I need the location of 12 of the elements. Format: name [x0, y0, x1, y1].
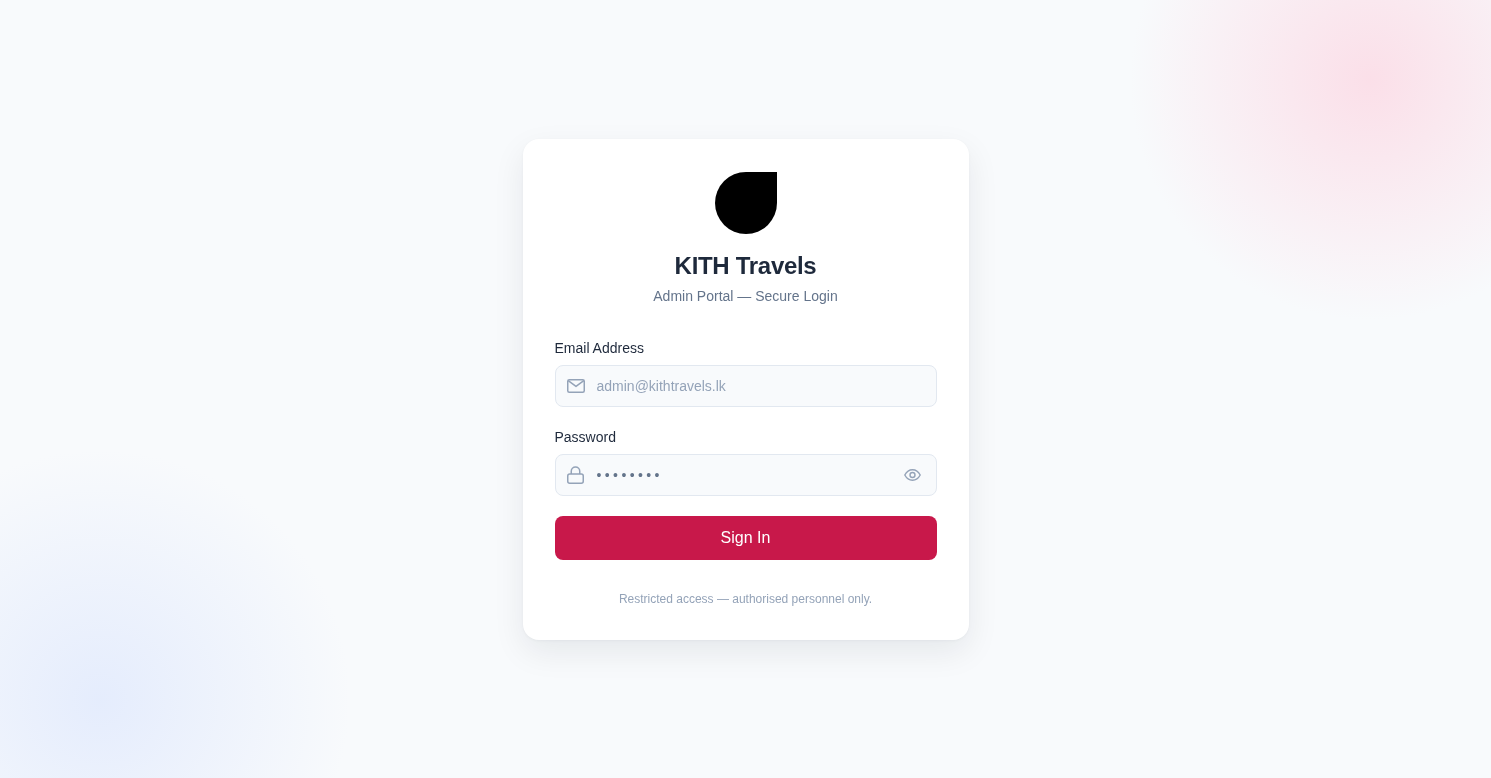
eye-icon[interactable] [903, 468, 921, 481]
brand-subtitle: Admin Portal — Secure Login [653, 286, 838, 306]
field-label: Email Address [554, 338, 644, 358]
email-field[interactable]: admin@kithtravels.lk [554, 364, 937, 407]
footer-note: Restricted access — authorised personnel only. [618, 590, 873, 607]
field-label: Password [554, 427, 616, 447]
sign-in-button[interactable]: Sign In [554, 515, 937, 560]
brand-title: KITH Travels [674, 250, 817, 281]
password-field[interactable]: •••••••• [554, 453, 937, 496]
logo-icon [714, 171, 777, 234]
envelope-icon [566, 378, 585, 393]
lock-icon [566, 465, 584, 484]
